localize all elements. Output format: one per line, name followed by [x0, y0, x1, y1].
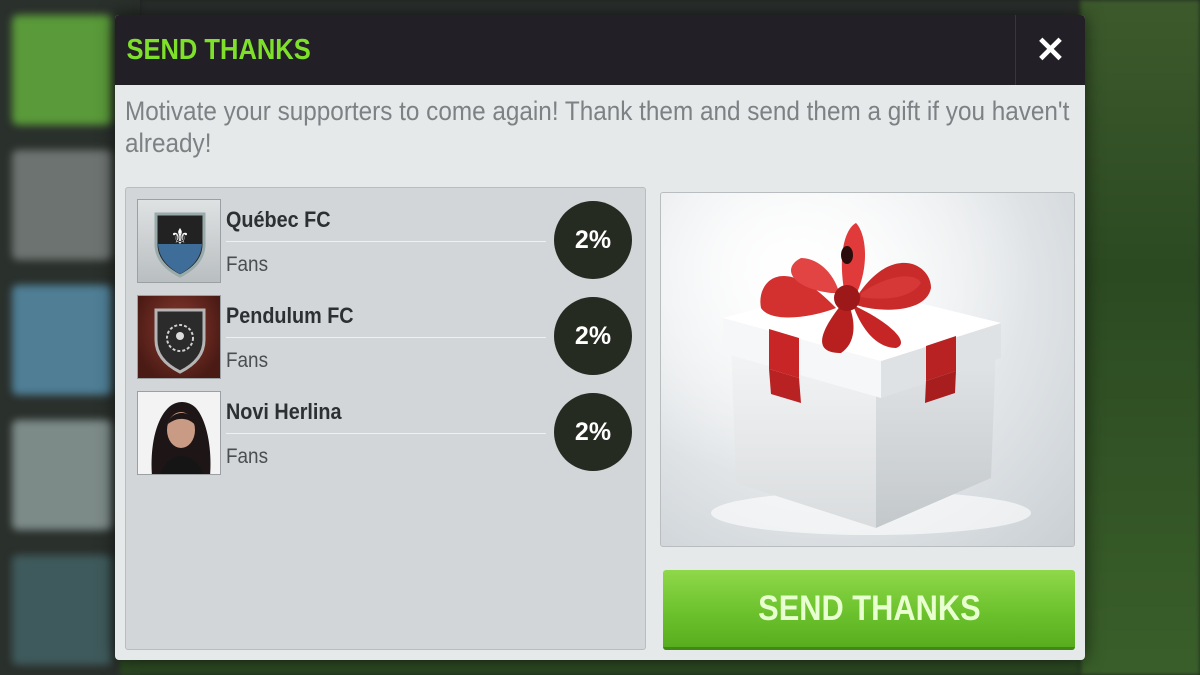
- pendulum-fc-crest-icon: [137, 295, 221, 379]
- supporter-role: Fans: [226, 349, 269, 372]
- percent-badge: 2%: [554, 201, 632, 279]
- close-button[interactable]: ✕: [1015, 15, 1085, 85]
- background-tile: [12, 420, 112, 530]
- svg-text:⚜: ⚜: [170, 225, 190, 250]
- background-tile: [12, 150, 112, 260]
- quebec-fc-crest-icon: ⚜: [137, 199, 221, 283]
- background-tile: [12, 15, 112, 125]
- list-item[interactable]: ⚜ Québec FC Fans 2%: [137, 199, 637, 285]
- gift-preview: [660, 192, 1075, 547]
- supporters-list: ⚜ Québec FC Fans 2% Pendulum FC Fans 2%: [125, 187, 646, 650]
- send-thanks-button[interactable]: SEND THANKS: [663, 570, 1075, 650]
- send-thanks-dialog: SEND THANKS ✕ Motivate your supporters t…: [115, 15, 1085, 660]
- dialog-intro-text: Motivate your supporters to come again! …: [125, 96, 1070, 158]
- supporter-name: Pendulum FC: [226, 303, 354, 328]
- list-item[interactable]: Pendulum FC Fans 2%: [137, 295, 637, 381]
- row-divider: [226, 433, 546, 434]
- supporter-name: Québec FC: [226, 207, 331, 232]
- send-thanks-label: SEND THANKS: [757, 588, 981, 628]
- dialog-title: SEND THANKS: [126, 33, 311, 66]
- background-field: [1080, 0, 1200, 675]
- supporter-role: Fans: [226, 445, 269, 468]
- dialog-header: SEND THANKS ✕: [115, 15, 1085, 85]
- background-tile: [12, 285, 112, 395]
- background-tile: [12, 555, 112, 665]
- row-divider: [226, 337, 546, 338]
- supporter-name: Novi Herlina: [226, 399, 342, 424]
- gift-box-icon: [661, 193, 1074, 546]
- row-divider: [226, 241, 546, 242]
- user-photo: [137, 391, 221, 475]
- percent-badge: 2%: [554, 297, 632, 375]
- percent-badge: 2%: [554, 393, 632, 471]
- list-item[interactable]: Novi Herlina Fans 2%: [137, 391, 637, 477]
- close-icon: ✕: [1035, 29, 1066, 70]
- supporter-role: Fans: [226, 253, 269, 276]
